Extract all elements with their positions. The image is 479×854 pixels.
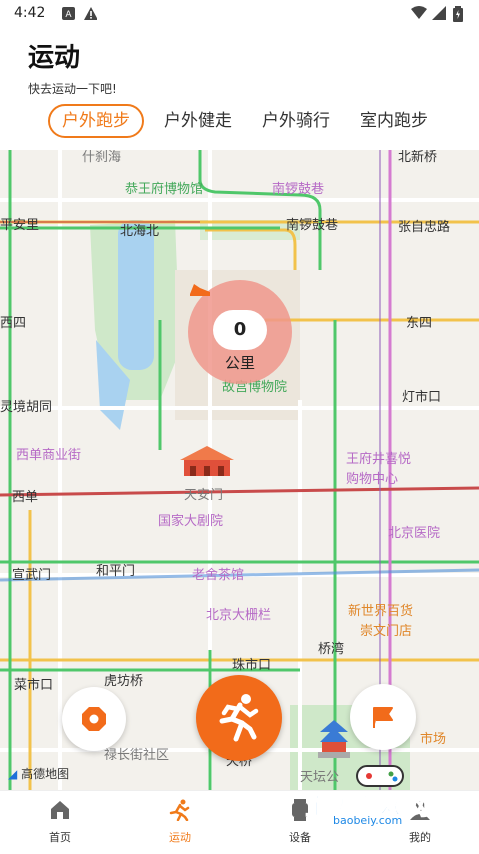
map-label-taoranting: 禄长街社区 <box>104 748 170 763</box>
running-shoe-icon <box>190 284 210 296</box>
battery-icon <box>453 6 463 22</box>
map-label-caishikou: 菜市口 <box>14 678 54 693</box>
map-label-wangfujing: 王府井喜悦 <box>346 452 412 467</box>
temple-of-heaven-icon <box>318 720 350 758</box>
map-label-dongsi: 东四 <box>406 316 433 331</box>
gamepad-icon <box>356 765 404 787</box>
tiananmen-icon <box>180 446 234 476</box>
map-label-xisi: 西四 <box>0 316 27 331</box>
cell-signal-icon <box>432 6 446 20</box>
map-label-shichang: 市场 <box>420 732 447 747</box>
wifi-icon <box>411 6 427 19</box>
status-bar: 4:42 A <box>0 0 479 28</box>
map-label-pinganli: 平安里 <box>0 218 40 233</box>
map-label-hufangqiao: 虎坊桥 <box>104 674 144 689</box>
map-label-tiananmen: 天安门 <box>184 488 224 503</box>
map-label-guojiadajuyuan: 国家大剧院 <box>158 514 224 529</box>
map-label-dengshikou: 灯市口 <box>402 390 442 405</box>
nav-home[interactable]: 首页 <box>30 799 90 845</box>
map-label-xinshijie2: 崇文门店 <box>360 624 413 639</box>
map-label-beixinqiao: 北新桥 <box>398 150 438 165</box>
tab-outdoor-cycle[interactable]: 户外骑行 <box>262 104 330 138</box>
map-label-shichahai: 什刹海 <box>82 150 122 165</box>
map-label-hepingmen: 和平门 <box>96 564 136 579</box>
map-label-qiaowan: 桥湾 <box>318 642 345 657</box>
flag-button[interactable] <box>350 684 416 750</box>
sport-type-tabs: 户外跑步 户外健走 户外骑行 室内跑步 <box>0 104 479 142</box>
settings-octagon-icon <box>82 707 106 731</box>
map-label-wangfujing2: 购物中心 <box>346 472 399 487</box>
page-title: 运动 <box>28 43 81 73</box>
watermark-url: baobeiy.com <box>325 814 411 827</box>
map-label-beihaibei: 北海北 <box>120 224 160 239</box>
settings-button[interactable] <box>62 687 126 751</box>
start-run-button[interactable] <box>196 675 282 761</box>
map-label-zhushikou: 珠市口 <box>232 658 272 673</box>
distance-value: 0 <box>213 310 267 350</box>
runner-icon <box>219 694 259 742</box>
svg-text:A: A <box>65 10 72 20</box>
map-label-xuanwumen: 宣武门 <box>12 568 52 583</box>
gaode-logo-icon: ◢ <box>8 767 18 781</box>
map-label-nanluoguxiang: 南锣鼓巷 <box>272 182 325 197</box>
nav-sport[interactable]: 运动 <box>150 799 210 845</box>
status-time: 4:42 <box>14 5 46 21</box>
tab-outdoor-run[interactable]: 户外跑步 <box>48 104 144 138</box>
tab-indoor-run[interactable]: 室内跑步 <box>360 104 428 138</box>
map-label-xinshijie: 新世界百货 <box>348 604 414 619</box>
map-label-xidan: 西单 <box>12 490 39 505</box>
map-label-gongwangfu: 恭王府博物馆 <box>125 182 204 197</box>
map-label-nanluoguxiang2: 南锣鼓巷 <box>286 218 339 233</box>
sport-runner-icon <box>169 799 190 822</box>
distance-unit: 公里 <box>224 354 255 372</box>
tab-outdoor-walk[interactable]: 户外健走 <box>164 104 232 138</box>
notification-a-icon: A <box>62 7 75 20</box>
page-subtitle: 快去运动一下吧! <box>28 82 117 96</box>
map-label-zhangzizhonglu: 张自忠路 <box>398 220 451 235</box>
map-label-lingjinghutong: 灵境胡同 <box>0 400 53 415</box>
flag-icon <box>373 707 393 728</box>
map-label-laosheyaguan: 老舍茶馆 <box>192 568 245 583</box>
distance-display: 0 公里 <box>188 280 292 384</box>
map-label-beijingyiyuan: 北京医院 <box>388 526 441 541</box>
map-label-xidanshangyejie: 西单商业街 <box>16 448 82 463</box>
map-view[interactable]: 什刹海 北新桥 恭王府博物馆 南锣鼓巷 平安里 北海北 南锣鼓巷 张自忠路 西四… <box>0 150 479 790</box>
watermark: 宝贝游戏网 baobeiy.com <box>305 758 475 834</box>
warning-icon <box>84 7 97 20</box>
map-label-beijingdashanlan: 北京大栅栏 <box>206 608 272 623</box>
home-icon <box>51 801 69 819</box>
map-attribution: ◢ 高德地图 <box>8 767 70 781</box>
